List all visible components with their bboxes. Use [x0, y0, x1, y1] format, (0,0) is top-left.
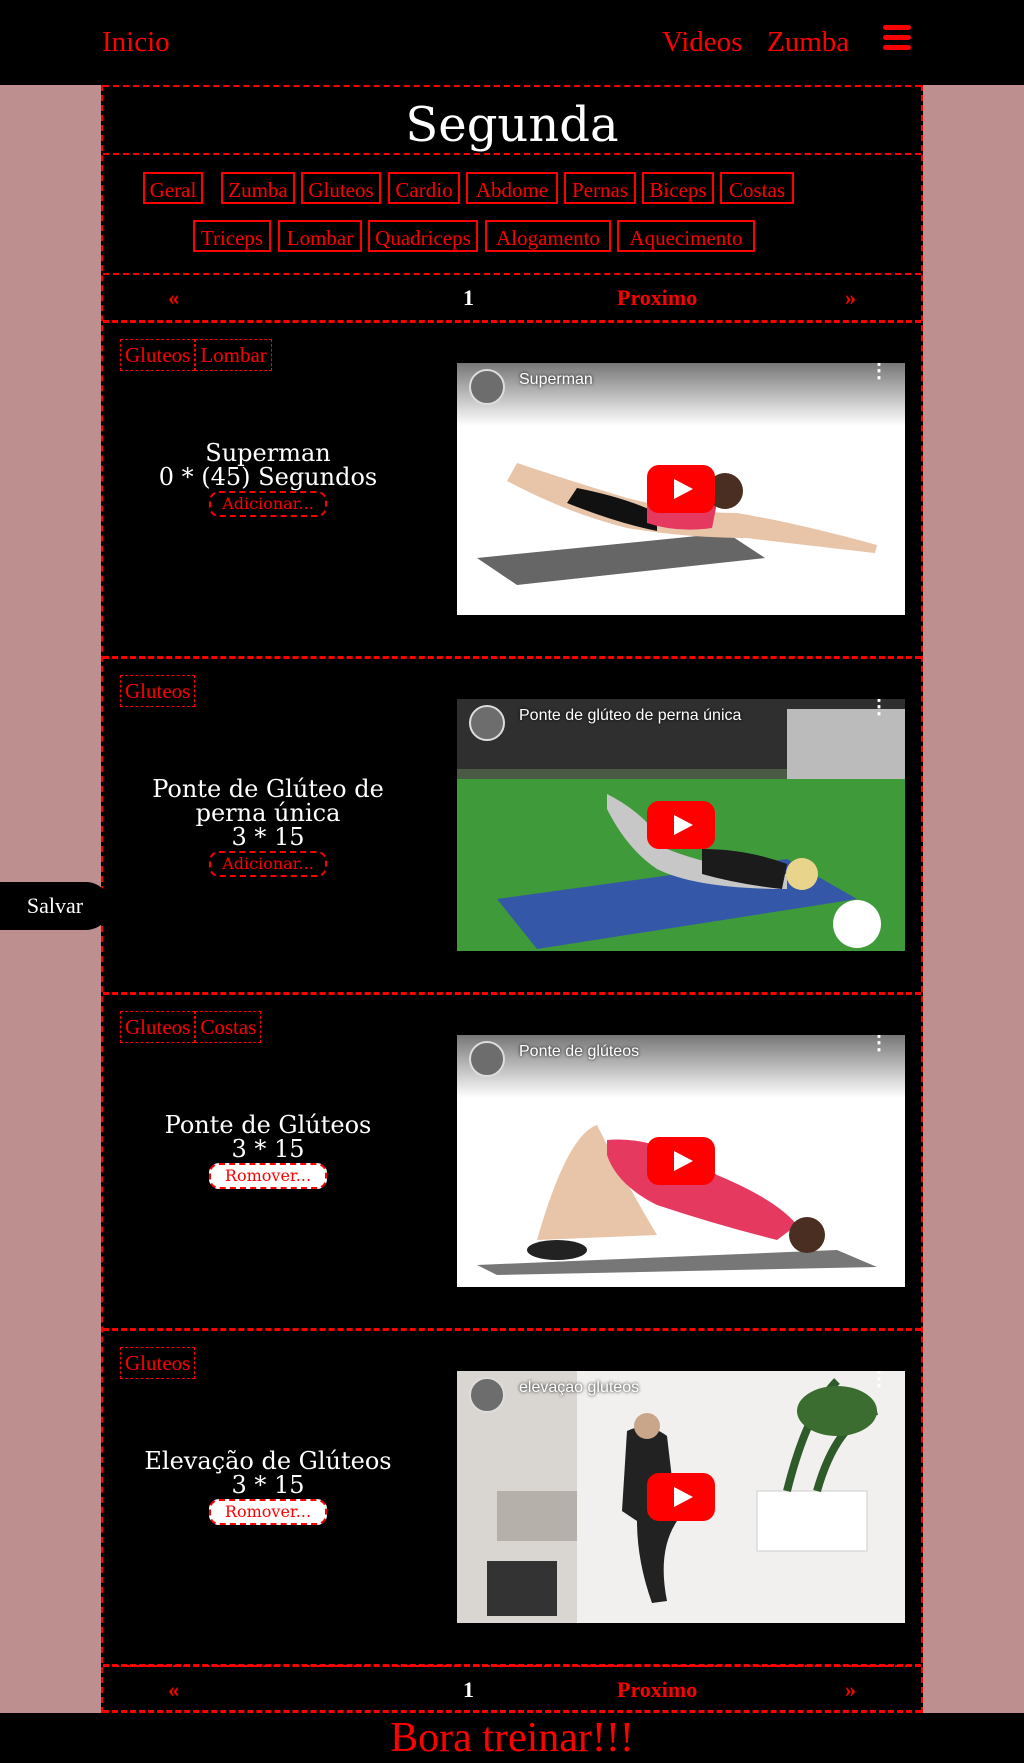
exercise-info: Superman 0 * (45) Segundos Adicionar... [133, 441, 403, 517]
filter-abdome[interactable]: Abdome [466, 172, 558, 204]
play-icon[interactable] [647, 1137, 715, 1185]
last-page-link[interactable]: » [845, 1677, 856, 1703]
tag-label[interactable]: Gluteos [120, 1011, 196, 1043]
exercise-reps: 3 * 15 [231, 823, 305, 851]
pagination-bottom: « 1 Proximo » [103, 1665, 921, 1713]
exercise-info: Ponte de Glúteos 3 * 15 Romover... [133, 1113, 403, 1189]
current-page: 1 [463, 285, 474, 310]
tag-label[interactable]: Gluteos [120, 1347, 196, 1379]
exercise-name: Ponte de Glúteos [164, 1111, 372, 1139]
tag-label[interactable]: Gluteos [120, 675, 196, 707]
next-page-link[interactable]: Proximo [617, 285, 697, 311]
more-options-icon[interactable]: ⋮ [869, 1035, 889, 1053]
play-icon[interactable] [647, 465, 715, 513]
remove-exercise-button[interactable]: Romover... [209, 1499, 327, 1525]
channel-avatar [469, 705, 505, 741]
exercise-tags: Gluteos Costas [120, 1011, 262, 1043]
filter-cardio[interactable]: Cardio [388, 172, 460, 204]
current-page: 1 [463, 1677, 474, 1702]
filter-pernas[interactable]: Pernas [564, 172, 636, 204]
add-exercise-button[interactable]: Adicionar... [209, 851, 327, 877]
channel-avatar [469, 369, 505, 405]
filter-costas[interactable]: Costas [720, 172, 794, 204]
exercise-tags: Gluteos [120, 1347, 196, 1379]
exercise-reps: 3 * 15 [231, 1135, 305, 1163]
exercise-card: Gluteos Lombar Superman 0 * (45) Segundos… [103, 323, 921, 659]
play-icon[interactable] [647, 801, 715, 849]
next-page-link[interactable]: Proximo [617, 1677, 697, 1703]
filter-lombar[interactable]: Lombar [278, 220, 362, 252]
nav-videos-link[interactable]: Videos [662, 26, 742, 59]
nav-home-link[interactable]: Inicio [102, 26, 170, 59]
video-title: Superman [519, 371, 593, 388]
nav-zumba-link[interactable]: Zumba [767, 26, 849, 59]
exercise-tags: Gluteos Lombar [120, 339, 272, 371]
last-page-link[interactable]: » [845, 285, 856, 311]
filter-bar: Geral Zumba Gluteos Cardio Abdome Pernas… [103, 155, 921, 275]
tag-label[interactable]: Costas [195, 1011, 262, 1043]
more-options-icon[interactable]: ⋮ [869, 1371, 889, 1389]
footer: Bora treinar!!! [0, 1713, 1024, 1763]
channel-avatar [469, 1041, 505, 1077]
filter-aquecimento[interactable]: Aquecimento [617, 220, 755, 252]
tag-label[interactable]: Lombar [195, 339, 272, 371]
first-page-link[interactable]: « [168, 1677, 179, 1703]
exercise-card: Gluteos Elevação de Glúteos 3 * 15 Romov… [103, 1331, 921, 1667]
main-content: Segunda Geral Zumba Gluteos Cardio Abdom… [101, 85, 923, 1713]
video-player[interactable]: Superman ⋮ [457, 363, 905, 615]
filter-quadriceps[interactable]: Quadriceps [368, 220, 478, 252]
day-title: Segunda [103, 85, 921, 155]
exercise-name: Elevação de Glúteos [144, 1447, 392, 1475]
exercise-name: Ponte de Glúteo de perna única [152, 775, 384, 827]
exercise-card: Gluteos Costas Ponte de Glúteos 3 * 15 Ro… [103, 995, 921, 1331]
video-title: Ponte de glúteos [519, 1043, 640, 1060]
play-icon[interactable] [647, 1473, 715, 1521]
pagination-top: « 1 Proximo » [103, 275, 921, 323]
remove-exercise-button[interactable]: Romover... [209, 1163, 327, 1189]
filter-zumba[interactable]: Zumba [221, 172, 295, 204]
first-page-link[interactable]: « [168, 285, 179, 311]
video-player[interactable]: Ponte de glúteo de perna única ⋮ [457, 699, 905, 951]
video-player[interactable]: elevaçao gluteos ⋮ [457, 1371, 905, 1623]
hamburger-icon[interactable] [883, 25, 911, 51]
channel-avatar [469, 1377, 505, 1413]
tag-label[interactable]: Gluteos [120, 339, 196, 371]
video-player[interactable]: Ponte de glúteos ⋮ [457, 1035, 905, 1287]
footer-text: Bora treinar!!! [390, 1715, 634, 1761]
filter-alogamento[interactable]: Alogamento [485, 220, 611, 252]
more-options-icon[interactable]: ⋮ [869, 699, 889, 717]
filter-triceps[interactable]: Triceps [193, 220, 271, 252]
exercise-card: Gluteos Ponte de Glúteo de perna única 3… [103, 659, 921, 995]
exercise-reps: 3 * 15 [231, 1471, 305, 1499]
exercise-name: Superman [205, 439, 331, 467]
video-title: Ponte de glúteo de perna única [519, 707, 742, 724]
save-button[interactable]: Salvar [0, 882, 110, 930]
filter-gluteos[interactable]: Gluteos [301, 172, 381, 204]
video-title: elevaçao gluteos [519, 1379, 640, 1396]
exercise-tags: Gluteos [120, 675, 196, 707]
exercise-info: Elevação de Glúteos 3 * 15 Romover... [133, 1449, 403, 1525]
filter-geral[interactable]: Geral [143, 172, 203, 204]
top-navbar: Inicio Videos Zumba [0, 0, 1024, 85]
add-exercise-button[interactable]: Adicionar... [209, 491, 327, 517]
exercise-info: Ponte de Glúteo de perna única 3 * 15 Ad… [133, 777, 403, 877]
filter-biceps[interactable]: Biceps [642, 172, 714, 204]
more-options-icon[interactable]: ⋮ [869, 363, 889, 381]
exercise-reps: 0 * (45) Segundos [158, 463, 378, 491]
